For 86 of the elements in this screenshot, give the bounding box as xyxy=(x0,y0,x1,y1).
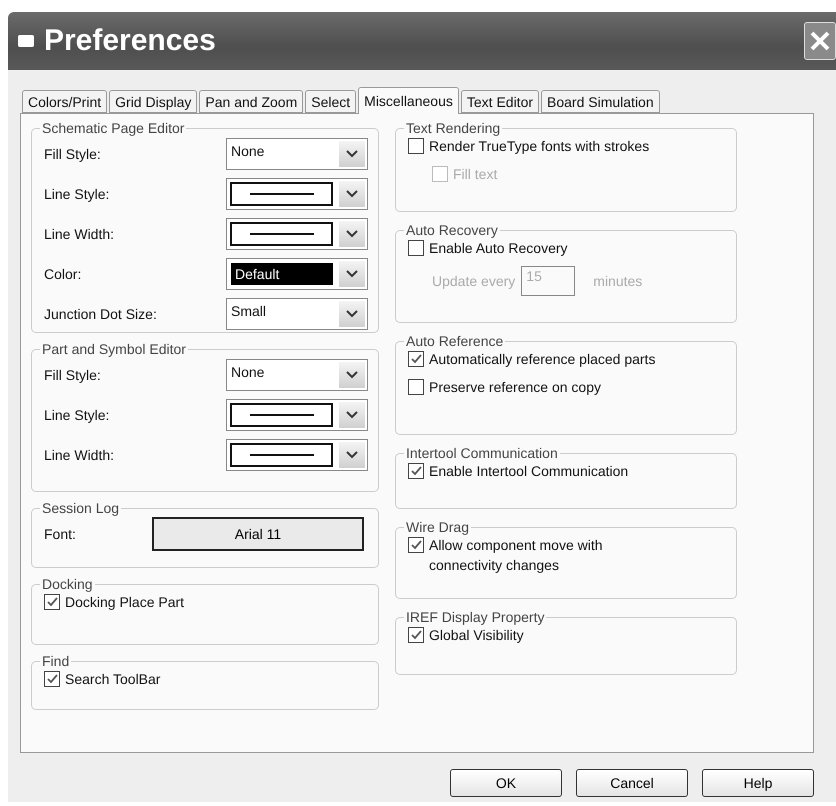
field-label: Fill Style: xyxy=(44,367,101,383)
line-sample-icon xyxy=(250,233,314,235)
dropdown[interactable] xyxy=(226,439,368,471)
dropdown[interactable]: None xyxy=(226,359,368,391)
checkbox[interactable] xyxy=(408,138,424,154)
group-title: Intertool Communication xyxy=(405,445,559,461)
chevron-down-icon xyxy=(346,270,358,278)
checkmark-icon xyxy=(410,466,422,476)
group-title: Text Rendering xyxy=(405,120,502,136)
group-title: Part and Symbol Editor xyxy=(41,341,187,357)
tab[interactable]: Miscellaneous xyxy=(358,87,459,114)
chevron-down-icon xyxy=(346,190,358,198)
dialog-button[interactable]: Cancel xyxy=(576,769,688,797)
field-label: Line Style: xyxy=(44,407,110,423)
dropdown-value: None xyxy=(231,143,264,159)
checkbox-label: Preserve reference on copy xyxy=(429,378,601,397)
checkbox[interactable] xyxy=(408,537,424,553)
checkbox-label: Docking Place Part xyxy=(65,593,184,612)
dropdown[interactable] xyxy=(226,399,368,431)
checkbox[interactable] xyxy=(408,463,424,479)
group-title: Docking xyxy=(41,576,94,592)
chevron-down-icon xyxy=(346,150,358,158)
group-title: IREF Display Property xyxy=(405,609,546,625)
field-label: Line Style: xyxy=(44,186,110,202)
group-title: Auto Reference xyxy=(405,333,504,349)
dropdown-value: None xyxy=(231,364,264,380)
dropdown[interactable]: None xyxy=(226,138,368,170)
dialog-button[interactable]: OK xyxy=(450,769,562,797)
chevron-down-icon xyxy=(346,310,358,318)
checkmark-icon xyxy=(410,540,422,550)
checkmark-icon xyxy=(46,674,58,684)
checkbox-label: Enable Intertool Communication xyxy=(429,462,628,481)
chevron-down-icon xyxy=(346,411,358,419)
checkbox-label: Allow component move with connectivity changes xyxy=(429,536,604,575)
chevron-down-icon xyxy=(346,230,358,238)
checkbox[interactable] xyxy=(408,627,424,643)
tab[interactable]: Select xyxy=(305,90,356,113)
window-menu-icon xyxy=(18,35,34,47)
group-title: Find xyxy=(41,653,70,669)
field-label: Update every xyxy=(432,273,516,289)
color-value: Default xyxy=(231,263,333,285)
checkbox[interactable] xyxy=(408,240,424,256)
checkmark-icon xyxy=(46,597,58,607)
checkbox-label: Search ToolBar xyxy=(65,670,160,689)
checkmark-icon xyxy=(410,630,422,640)
checkbox-label: Render TrueType fonts with strokes xyxy=(429,137,650,156)
chevron-down-icon xyxy=(346,451,358,459)
checkbox-label: Global Visibility xyxy=(429,626,524,645)
close-icon xyxy=(809,30,831,52)
tab[interactable]: Grid Display xyxy=(109,90,198,113)
field-label: Junction Dot Size: xyxy=(44,306,157,322)
dialog-button[interactable]: Help xyxy=(702,769,814,797)
checkbox[interactable] xyxy=(408,351,424,367)
line-sample-icon xyxy=(250,454,314,456)
field-label: Line Width: xyxy=(44,226,114,242)
field-label: Line Width: xyxy=(44,447,114,463)
window-title: Preferences xyxy=(44,24,216,58)
field-label: Color: xyxy=(44,266,82,282)
line-sample-icon xyxy=(250,193,314,195)
checkbox[interactable] xyxy=(408,379,424,395)
field-label: Font: xyxy=(44,526,76,542)
checkbox-label: Enable Auto Recovery xyxy=(429,239,568,258)
font-button[interactable]: Arial 11 xyxy=(152,517,364,551)
dropdown[interactable]: Default xyxy=(226,258,368,290)
checkbox[interactable] xyxy=(44,594,60,610)
group-title: Schematic Page Editor xyxy=(41,120,186,136)
dropdown[interactable]: Small xyxy=(226,298,368,330)
group-title: Wire Drag xyxy=(405,519,470,535)
line-sample-icon xyxy=(250,414,314,416)
group-title: Session Log xyxy=(41,500,120,516)
dropdown[interactable] xyxy=(226,218,368,250)
dropdown[interactable] xyxy=(226,178,368,210)
checkmark-icon xyxy=(410,354,422,364)
group-title: Auto Recovery xyxy=(405,222,499,238)
tab[interactable]: Board Simulation xyxy=(541,90,660,113)
checkbox-label: Automatically reference placed parts xyxy=(429,350,656,369)
close-button[interactable] xyxy=(804,22,836,60)
tab[interactable]: Pan and Zoom xyxy=(199,90,304,113)
tab[interactable]: Text Editor xyxy=(460,90,540,113)
checkbox-label: Fill text xyxy=(453,165,498,184)
chevron-down-icon xyxy=(346,371,358,379)
checkbox[interactable] xyxy=(44,671,60,687)
unit-label: minutes xyxy=(593,273,642,289)
dropdown-value: Small xyxy=(231,303,266,319)
field-label: Fill Style: xyxy=(44,146,101,162)
tab[interactable]: Colors/Print xyxy=(22,90,108,113)
